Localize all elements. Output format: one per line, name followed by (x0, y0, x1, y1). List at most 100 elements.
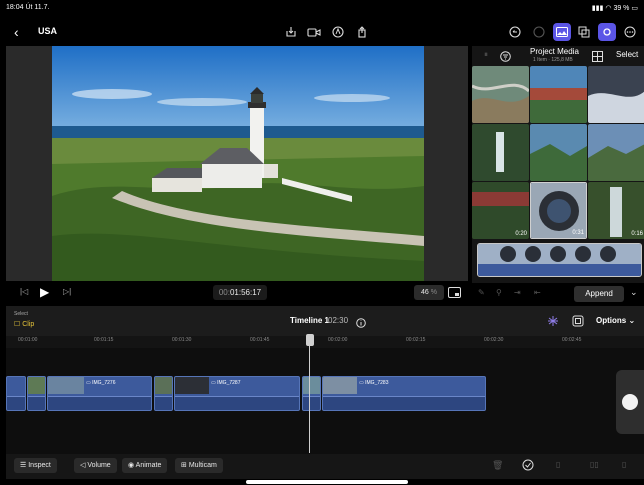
clip-filmstrip[interactable] (477, 243, 642, 277)
trash-icon[interactable]: 🗑 (492, 460, 503, 471)
photos-browser-button[interactable] (553, 23, 571, 41)
playhead-handle[interactable] (306, 334, 314, 346)
battery-percent: 39 % (613, 5, 630, 12)
timeline-clip[interactable] (154, 376, 173, 411)
browser-title: Project Media (530, 47, 579, 56)
timeline-clip[interactable]: ▭ IMG_7287 (174, 376, 300, 411)
ruler-tick: 00:02:00 (328, 337, 348, 343)
ruler-tick: 00:01:45 (250, 337, 270, 343)
timeline-name: Timeline 1 (290, 316, 329, 325)
camera-icon[interactable] (306, 24, 322, 40)
timeline-clip[interactable]: ▭ IMG_7276 (47, 376, 152, 411)
inspect-button[interactable]: ☰ Inspect (14, 458, 57, 473)
viewer-controls: |◁ ▶ ▷| 00:01:56:17 46 % (6, 281, 468, 306)
battery-icon: ▭ (631, 5, 638, 12)
timeline-duration: 02:30 (328, 316, 349, 325)
clip-square-icon: ☐ (14, 321, 21, 328)
split-icon[interactable]: ▯▯ (590, 460, 599, 469)
media-thumbnail[interactable]: 0:20 (472, 182, 529, 239)
more-icon[interactable] (621, 23, 639, 41)
signal-icon: ▮▮▮ (591, 5, 604, 12)
media-thumbnail[interactable] (530, 66, 587, 123)
overlay-icon[interactable] (575, 23, 593, 41)
media-thumbnail[interactable] (530, 124, 587, 181)
media-thumbnail[interactable] (472, 66, 529, 123)
zoom-level[interactable]: 46 % (414, 285, 444, 300)
back-button[interactable]: ‹ (14, 24, 19, 40)
status-right: ▮▮▮ ◠ 39 % ▭ (592, 4, 638, 12)
clip-name: ▭ IMG_7276 (86, 380, 116, 386)
ruler-tick: 00:01:00 (18, 337, 38, 343)
animate-button[interactable]: ◉ Animate (122, 458, 168, 473)
wifi-icon: ◠ (605, 5, 612, 12)
timeline-clip[interactable] (27, 376, 46, 411)
skip-back-icon[interactable]: |◁ (20, 287, 28, 296)
info-icon[interactable] (356, 315, 366, 333)
clip-name: ▭ IMG_7283 (359, 380, 389, 386)
overwrite-icon[interactable]: ⇤ (534, 288, 541, 297)
speaker-icon: ◁ (80, 462, 86, 469)
top-toolbar: ‹ USA (0, 18, 644, 46)
play-icon[interactable]: ▶ (40, 285, 49, 299)
snapping-icon[interactable] (546, 314, 560, 332)
media-thumbnail[interactable] (588, 66, 644, 123)
timeline-view-icon[interactable] (572, 314, 584, 332)
timeline-clip[interactable]: ▭ IMG_7283 (322, 376, 486, 411)
drag-handle[interactable]: ⏸ (484, 50, 488, 60)
media-browser: ⏸ Project Media 1 Item · 125,8 MB Select… (472, 46, 644, 283)
clip-name: ▭ IMG_7287 (211, 380, 241, 386)
video-viewer[interactable] (6, 46, 468, 281)
aspect-icon[interactable] (448, 286, 462, 304)
media-thumbnail[interactable]: 0:16 (588, 182, 644, 239)
detach-icon[interactable]: ▯ (556, 460, 560, 469)
chevron-down-icon[interactable]: ⌄ (630, 287, 638, 298)
timeline-tracks[interactable]: ▭ IMG_7276 ▭ IMG_7287 ▭ IMG_7283 (6, 348, 644, 454)
media-thumbnail[interactable] (472, 124, 529, 181)
clip-video-icon: ▭ (211, 380, 216, 386)
status-bar: 18:04 Út 11.7. ▮▮▮ ◠ 39 % ▭ (0, 0, 644, 18)
ruler-tick: 00:01:15 (94, 337, 114, 343)
insert-icon[interactable]: ⇥ (514, 288, 521, 297)
append-row: ✎ ⚲ ⇥ ⇤ Append ⌄ (472, 283, 644, 305)
status-time: 18:04 Út 11.7. (6, 4, 50, 11)
inspector-toggle-button[interactable] (598, 23, 616, 41)
inspect-icon: ☰ (20, 462, 27, 469)
ruler-tick: 00:01:30 (172, 337, 192, 343)
media-thumbnail-selected[interactable]: 0:31 (530, 182, 587, 239)
import-icon[interactable] (283, 24, 299, 40)
multicam-button[interactable]: ⊞ Multicam (175, 458, 223, 473)
undo-icon[interactable] (506, 23, 524, 41)
preview-frame (52, 46, 424, 281)
grid-view-icon[interactable] (592, 49, 603, 67)
browser-subtitle: 1 Item · 125,8 MB (533, 57, 573, 63)
split-tool-button[interactable] (622, 394, 638, 410)
timeline-clip[interactable] (302, 376, 321, 411)
filter-icon[interactable] (500, 49, 511, 67)
project-title: USA (38, 26, 58, 36)
voiceover-icon[interactable] (330, 24, 346, 40)
skip-forward-icon[interactable]: ▷| (63, 287, 71, 296)
clip-mode-button[interactable]: ☐ Clip (14, 320, 34, 328)
home-indicator (246, 480, 408, 484)
timeline-header: Select ☐ Clip Timeline 1 02:30 Options ⌄ (6, 306, 644, 336)
checkmark-icon[interactable] (522, 458, 534, 476)
bottom-toolbar: ☰ Inspect ◁ Volume ◉ Animate ⊞ Multicam … (6, 454, 644, 479)
clip-video-icon: ▭ (359, 380, 364, 386)
ruler-tick: 00:02:45 (562, 337, 582, 343)
playhead[interactable] (309, 336, 310, 453)
timeline-ruler[interactable]: 00:01:00 00:01:15 00:01:30 00:01:45 00:0… (6, 336, 644, 348)
append-button[interactable]: Append (574, 286, 624, 302)
select-button[interactable]: Select (616, 50, 638, 59)
select-mode-label: Select (14, 311, 28, 317)
multicam-icon: ⊞ (181, 462, 187, 469)
connect-icon[interactable]: ⚲ (496, 288, 502, 297)
media-thumbnail[interactable] (588, 124, 644, 181)
duplicate-icon[interactable]: ▯ (622, 460, 626, 469)
options-button[interactable]: Options ⌄ (596, 316, 635, 325)
volume-button[interactable]: ◁ Volume (74, 458, 117, 473)
redo-icon[interactable] (530, 23, 548, 41)
timeline-clip[interactable] (6, 376, 26, 411)
share-icon[interactable] (354, 24, 370, 40)
clip-video-icon: ▭ (86, 380, 91, 386)
pencil-icon[interactable]: ✎ (478, 288, 485, 297)
